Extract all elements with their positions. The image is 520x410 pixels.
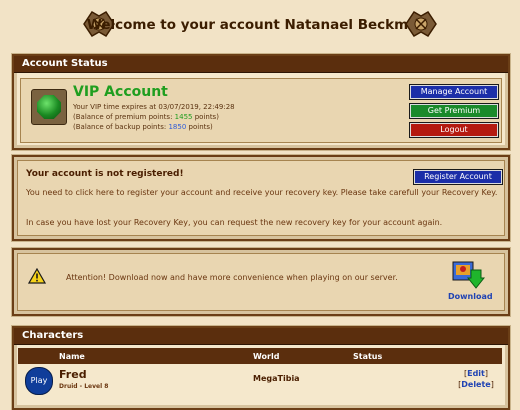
premium-balance: (Balance of premium points: 1455 points) <box>73 112 235 122</box>
character-world: MegaTibia <box>253 374 300 383</box>
backup-balance-prefix: (Balance of backup points: <box>73 123 169 131</box>
page-header: Welcome to your account Natanael Beckman… <box>0 0 520 50</box>
vip-expiry: Your VIP time expires at 03/07/2019, 22:… <box>73 103 235 111</box>
register-title: Your account is not registered! <box>26 169 184 179</box>
register-text: You need to click here to register your … <box>26 188 498 197</box>
name-cell: Fred Druid - Level 8 <box>58 364 252 403</box>
character-name: Fred <box>59 368 87 381</box>
download-icon[interactable] <box>451 260 485 290</box>
get-premium-button[interactable]: Get Premium <box>409 103 499 119</box>
characters-table: Name World Status Play Fred Druid - Leve… <box>18 348 502 403</box>
logout-button[interactable]: Logout <box>409 122 499 138</box>
register-body: Your account is not registered! Register… <box>17 160 505 236</box>
delete-action: [Delete] <box>458 380 494 389</box>
account-status-heading: Account Status <box>14 56 508 73</box>
account-status-body: VIP Account Your VIP time expires at 03/… <box>20 78 502 143</box>
column-header-world: World <box>252 348 352 364</box>
manage-account-button[interactable]: Manage Account <box>409 84 499 100</box>
edit-link[interactable]: Edit <box>467 369 485 378</box>
column-header-status: Status <box>352 348 450 364</box>
backup-points-value: 1850 <box>168 123 187 131</box>
premium-points-value: 1455 <box>174 113 193 121</box>
delete-link[interactable]: Delete <box>461 380 490 389</box>
premium-balance-prefix: (Balance of premium points: <box>73 113 175 121</box>
actions-cell: [Edit] [Delete] <box>450 364 502 403</box>
premium-balance-suffix: points) <box>192 113 219 121</box>
download-text: Attention! Download now and have more co… <box>66 273 398 282</box>
column-header-name: Name <box>58 348 252 364</box>
character-status <box>352 364 450 403</box>
vip-title: VIP Account <box>73 84 168 100</box>
warning-icon <box>28 268 46 284</box>
characters-header-row: Name World Status <box>18 348 502 364</box>
play-button[interactable]: Play <box>25 367 53 395</box>
download-link[interactable]: Download <box>448 292 493 301</box>
play-cell: Play <box>18 364 58 403</box>
character-vocation-level: Druid - Level 8 <box>59 383 109 390</box>
vip-gem-icon <box>31 89 67 125</box>
characters-heading: Characters <box>14 328 508 345</box>
download-panel: Attention! Download now and have more co… <box>12 248 510 316</box>
characters-panel: Characters Name World Status Play Fred D… <box>12 326 510 410</box>
table-row: Play Fred Druid - Level 8 MegaTibia [Edi… <box>18 364 502 403</box>
register-panel: Your account is not registered! Register… <box>12 155 510 241</box>
edit-action: [Edit] <box>463 369 488 378</box>
backup-balance-suffix: points) <box>186 123 213 131</box>
backup-balance: (Balance of backup points: 1850 points) <box>73 122 235 132</box>
download-body: Attention! Download now and have more co… <box>17 253 505 311</box>
register-account-button[interactable]: Register Account <box>413 169 503 185</box>
page-title: Welcome to your account Natanael Beckman… <box>86 17 434 33</box>
recovery-text: In case you have lost your Recovery Key,… <box>26 218 443 227</box>
header-actions <box>450 348 502 364</box>
account-status-panel: Account Status VIP Account Your VIP time… <box>12 54 510 150</box>
ornament-icon <box>405 11 437 37</box>
vip-details: Your VIP time expires at 03/07/2019, 22:… <box>73 102 235 132</box>
header-spacer <box>18 348 58 364</box>
